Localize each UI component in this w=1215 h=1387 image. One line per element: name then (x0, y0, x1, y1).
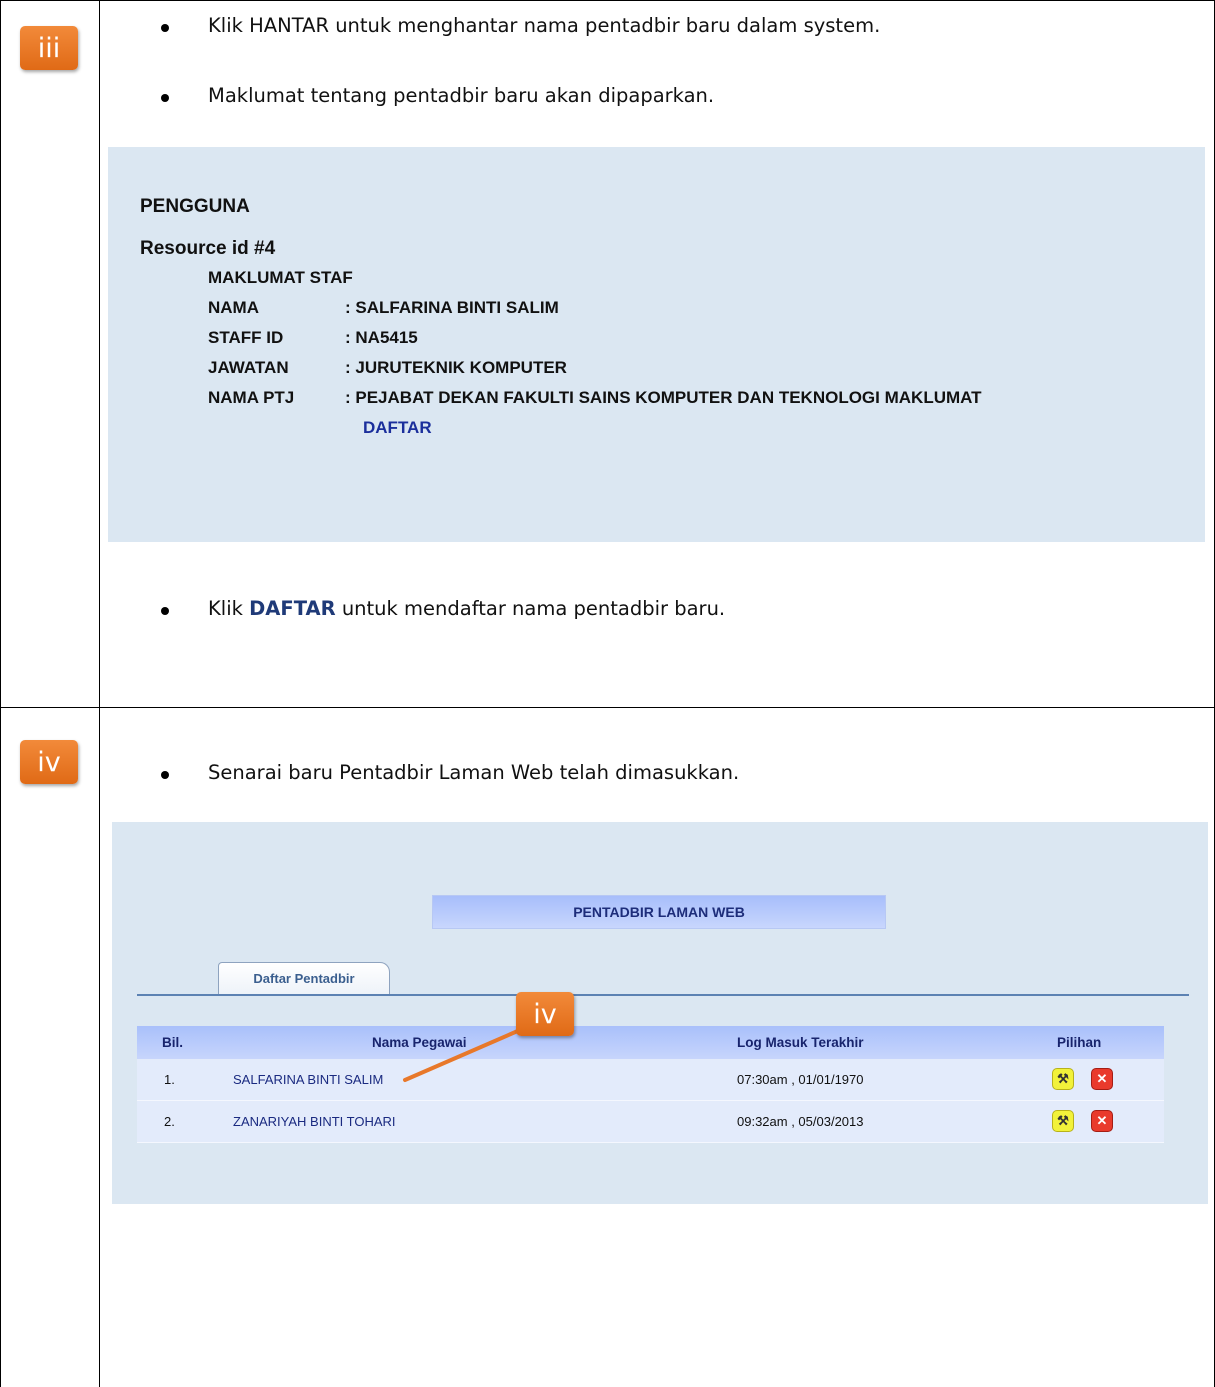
callout-badge-iv: iv (516, 992, 574, 1036)
callout-arrow (403, 1028, 522, 1082)
